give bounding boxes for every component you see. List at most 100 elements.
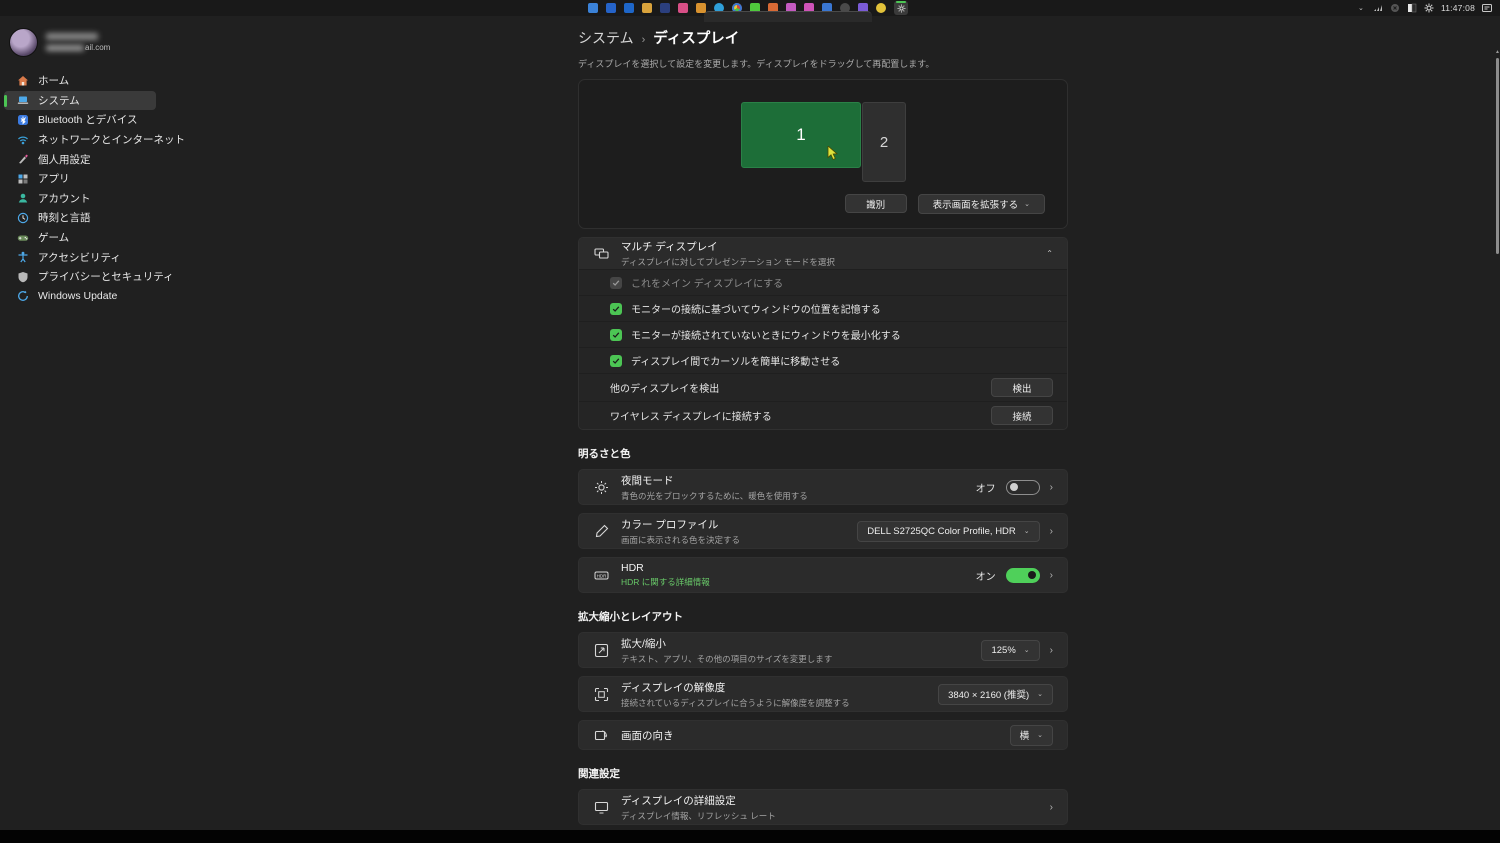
setting-subtitle: 接続されているディスプレイに合うように解像度を調整する — [621, 697, 850, 709]
tray-chevron-icon[interactable]: ⌄ — [1356, 3, 1366, 13]
accessibility-icon — [17, 251, 29, 263]
taskbar-settings-gear-icon[interactable] — [894, 1, 908, 15]
chevron-down-icon: ⌄ — [1024, 200, 1030, 208]
setting-row-main: ディスプレイの詳細設定ディスプレイ情報、リフレッシュ レート — [593, 793, 1050, 822]
setting-row-right: DELL S2725QC Color Profile, HDR⌄› — [857, 521, 1053, 542]
apps-icon — [17, 173, 29, 185]
sidebar-item-home[interactable]: ホーム — [4, 71, 156, 91]
ime-indicator-icon[interactable] — [1482, 3, 1492, 13]
checkbox-checked[interactable] — [610, 329, 622, 341]
scrollbar-up-arrow[interactable]: ▲ — [1495, 50, 1500, 55]
expander-texts: マルチ ディスプレイディスプレイに対してプレゼンテーション モードを選択 — [621, 239, 835, 268]
setting-row-texts: 拡大/縮小テキスト、アプリ、その他の項目のサイズを変更します — [621, 636, 832, 665]
multi-display-expander[interactable]: マルチ ディスプレイディスプレイに対してプレゼンテーション モードを選択⌃ — [579, 238, 1067, 269]
setting-row-texts: HDR HDR に関する詳細情報 — [621, 562, 710, 588]
user-email: ail.com — [46, 43, 110, 52]
setting-card--[interactable]: ディスプレイの詳細設定ディスプレイ情報、リフレッシュ レート› — [578, 789, 1068, 825]
setting-card--[interactable]: 拡大/縮小テキスト、アプリ、その他の項目のサイズを変更します125%⌄› — [578, 632, 1068, 668]
selected-accent-bar — [4, 95, 7, 107]
sidebar-item-privacy[interactable]: プライバシーとセキュリティ — [4, 267, 156, 287]
avatar[interactable] — [9, 28, 38, 57]
sidebar-item-system[interactable]: システム — [4, 91, 156, 111]
identify-button[interactable]: 識別 — [845, 194, 907, 213]
tray-book-icon[interactable] — [1407, 3, 1417, 13]
clock[interactable]: 11:47:08 — [1441, 3, 1475, 13]
checkbox-row[interactable]: ディスプレイ間でカーソルを簡単に移動させる — [579, 348, 1067, 373]
app-dark-blue-icon[interactable] — [660, 3, 670, 13]
sidebar-item-label: Windows Update — [38, 290, 117, 302]
sidebar-item-label: 時刻と言語 — [38, 210, 91, 225]
setting-card--[interactable]: ディスプレイの解像度接続されているディスプレイに合うように解像度を調整する384… — [578, 676, 1068, 712]
breadcrumb: システム › ディスプレイ — [578, 27, 1068, 48]
setting-row: ディスプレイの解像度接続されているディスプレイに合うように解像度を調整する384… — [579, 677, 1067, 711]
folder-icon[interactable] — [642, 3, 652, 13]
chevron-down-icon: ⌄ — [1037, 731, 1043, 739]
setting-row-right: オン› — [976, 568, 1053, 583]
scrollbar-thumb[interactable] — [1496, 58, 1499, 254]
sidebar-item-windows-update[interactable]: Windows Update — [4, 287, 156, 307]
setting-row: 拡大/縮小テキスト、アプリ、その他の項目のサイズを変更します125%⌄› — [579, 633, 1067, 667]
toggle-switch[interactable] — [1006, 480, 1040, 495]
checkbox-checked[interactable] — [610, 303, 622, 315]
hdr-info-link[interactable]: HDR に関する詳細情報 — [621, 576, 710, 588]
sidebar-item-label: プライバシーとセキュリティ — [38, 269, 174, 284]
connect-button[interactable]: 接続 — [991, 406, 1053, 425]
app-f1-icon[interactable] — [606, 3, 616, 13]
breadcrumb-separator: › — [642, 34, 646, 46]
app-pink-icon[interactable] — [678, 3, 688, 13]
checkbox-label: モニターの接続に基づいてウィンドウの位置を記憶する — [631, 301, 881, 316]
app-yellow-icon[interactable] — [876, 3, 886, 13]
start-icon[interactable] — [588, 3, 598, 13]
checkbox-row[interactable]: モニターの接続に基づいてウィンドウの位置を記憶する — [579, 296, 1067, 321]
tray-gear-icon[interactable] — [1424, 3, 1434, 13]
sidebar-item-label: システム — [38, 93, 80, 108]
sidebar-item-bluetooth[interactable]: Bluetooth とデバイス — [4, 110, 156, 130]
monitor-2-label: 2 — [880, 134, 888, 151]
setting-row: ディスプレイの詳細設定ディスプレイ情報、リフレッシュ レート› — [579, 790, 1067, 824]
tray-badge-icon[interactable] — [1390, 3, 1400, 13]
sidebar-item-time-language[interactable]: 時刻と言語 — [4, 208, 156, 228]
chevron-right-icon: › — [1050, 802, 1053, 813]
toggle-switch[interactable] — [1006, 568, 1040, 583]
setting-row-main: ディスプレイの解像度接続されているディスプレイに合うように解像度を調整する — [593, 680, 938, 709]
sidebar-item-gaming[interactable]: ゲーム — [4, 228, 156, 248]
windows-update-icon — [17, 290, 29, 302]
setting-card--[interactable]: 画面の向き 横⌄ — [578, 720, 1068, 750]
sidebar-item-network[interactable]: ネットワークとインターネット — [4, 130, 156, 150]
section-related-header: 関連設定 — [578, 766, 1068, 781]
display-advanced-icon — [593, 799, 609, 815]
user-email-redacted — [46, 45, 84, 51]
user-profile[interactable]: ail.com — [9, 28, 110, 57]
sidebar-item-apps[interactable]: アプリ — [4, 169, 156, 189]
detect-button[interactable]: 検出 — [991, 378, 1053, 397]
setting-title: 夜間モード — [621, 473, 808, 488]
setting-dropdown[interactable]: 125%⌄ — [981, 640, 1039, 661]
network-signal-icon[interactable] — [1373, 3, 1383, 13]
extend-displays-dropdown[interactable]: 表示画面を拡張する ⌄ — [918, 194, 1045, 214]
hdr-icon: HDR — [593, 567, 609, 583]
dropdown-value: DELL S2725QC Color Profile, HDR — [867, 526, 1016, 537]
sidebar-item-accessibility[interactable]: アクセシビリティ — [4, 247, 156, 267]
sidebar-item-label: Bluetooth とデバイス — [38, 112, 137, 127]
monitor-1[interactable]: 1 — [741, 102, 861, 168]
setting-dropdown[interactable]: 3840 × 2160 (推奨)⌄ — [938, 684, 1053, 705]
setting-card--[interactable]: 夜間モード青色の光をブロックするために、暖色を使用するオフ› — [578, 469, 1068, 505]
sidebar-item-accounts[interactable]: アカウント — [4, 189, 156, 209]
monitor-2[interactable]: 2 — [862, 102, 906, 182]
sidebar-item-personalization[interactable]: 個人用設定 — [4, 149, 156, 169]
checkbox-row[interactable]: モニターが接続されていないときにウィンドウを最小化する — [579, 322, 1067, 347]
checkbox-row[interactable]: これをメイン ディスプレイにする — [579, 270, 1067, 295]
setting-title: HDR — [621, 562, 710, 574]
dropdown-value: 125% — [991, 645, 1015, 656]
multi-display-subtitle: ディスプレイに対してプレゼンテーション モードを選択 — [621, 256, 835, 268]
checkbox-checked[interactable] — [610, 355, 622, 367]
setting-card-hdr[interactable]: HDR HDR HDR に関する詳細情報 オン› — [578, 557, 1068, 593]
checkbox-checked[interactable] — [610, 277, 622, 289]
app-uc-icon[interactable] — [624, 3, 634, 13]
breadcrumb-system[interactable]: システム — [578, 28, 634, 48]
setting-card--[interactable]: カラー プロファイル画面に表示される色を決定するDELL S2725QC Col… — [578, 513, 1068, 549]
setting-title: 画面の向き — [621, 728, 674, 743]
toggle-state-label: オフ — [976, 480, 996, 495]
setting-dropdown[interactable]: 横⌄ — [1010, 725, 1053, 746]
setting-dropdown[interactable]: DELL S2725QC Color Profile, HDR⌄ — [857, 521, 1039, 542]
